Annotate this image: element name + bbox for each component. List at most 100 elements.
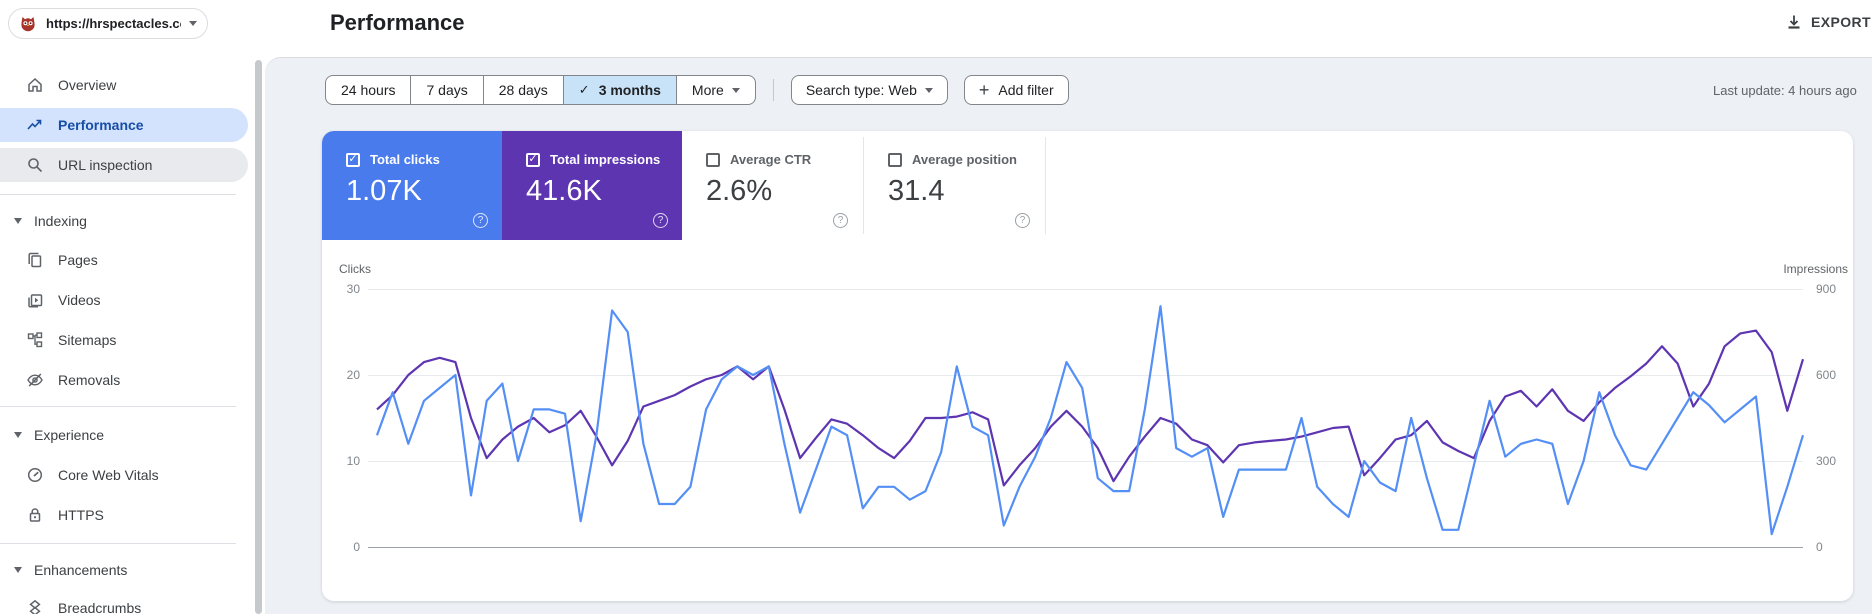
sidebar-item-core-web-vitals[interactable]: Core Web Vitals — [0, 458, 248, 492]
add-filter-label: Add filter — [998, 82, 1054, 98]
date-range-group: 24 hours 7 days 28 days ✓ 3 months More — [325, 75, 756, 105]
right-axis-title: Impressions — [1783, 262, 1848, 276]
left-tick-label: 0 — [353, 540, 360, 554]
video-icon — [28, 294, 43, 308]
sidebar-item-label: Pages — [58, 252, 98, 268]
chevron-down-icon — [189, 21, 197, 26]
left-tick-label: 20 — [346, 368, 360, 382]
checkbox-unchecked-icon[interactable] — [888, 152, 902, 167]
gridline — [368, 375, 1803, 376]
search-type-chip[interactable]: Search type: Web — [790, 75, 948, 105]
filter-row: 24 hours 7 days 28 days ✓ 3 months More … — [325, 75, 1085, 105]
sidebar-item-overview[interactable]: Overview — [0, 68, 248, 102]
metric-label: Total clicks — [370, 152, 440, 167]
sidebar-item-label: Videos — [58, 292, 101, 308]
sidebar-divider — [0, 194, 236, 195]
metric-label: Average CTR — [730, 152, 812, 167]
export-label: EXPORT — [1811, 14, 1871, 30]
last-update-text: Last update: 4 hours ago — [1713, 83, 1857, 98]
clicks-line-series — [375, 305, 1805, 536]
section-label: Enhancements — [34, 562, 128, 578]
lock-icon — [29, 508, 41, 522]
performance-card: ✓ Total clicks 1.07K ? ✓ Total impressio… — [322, 131, 1853, 601]
checkbox-checked-icon[interactable]: ✓ — [346, 152, 360, 167]
search-console-app: https://hrspectacles.co... Overview Perf… — [0, 0, 1872, 614]
sidebar-item-label: Removals — [58, 372, 121, 388]
more-label: More — [691, 82, 724, 98]
sidebar-item-removals[interactable]: Removals — [0, 363, 248, 397]
range-label: 7 days — [426, 82, 468, 98]
sidebar-item-url-inspection[interactable]: URL inspection — [0, 148, 248, 182]
range-label: 24 hours — [341, 82, 396, 98]
page-title: Performance — [330, 10, 465, 35]
help-icon[interactable]: ? — [473, 213, 488, 228]
right-tick-label: 300 — [1816, 454, 1837, 468]
sidebar-section-indexing[interactable]: Indexing — [0, 206, 248, 236]
chevron-down-icon — [924, 87, 933, 93]
checkbox-unchecked-icon[interactable] — [706, 152, 720, 167]
left-tick-label: 10 — [346, 454, 360, 468]
pages-icon — [28, 252, 42, 268]
add-filter-chip[interactable]: + Add filter — [963, 75, 1069, 105]
main-content: 24 hours 7 days 28 days ✓ 3 months More … — [265, 57, 1872, 614]
metric-tile-average-ctr[interactable]: Average CTR 2.6% ? — [682, 131, 862, 240]
export-button[interactable]: EXPORT — [1786, 14, 1871, 30]
range-3-months[interactable]: ✓ 3 months — [562, 75, 677, 105]
gridline — [368, 461, 1803, 462]
right-tick-label: 600 — [1816, 368, 1837, 382]
metric-tile-total-clicks[interactable]: ✓ Total clicks 1.07K ? — [322, 131, 502, 240]
help-icon[interactable]: ? — [653, 213, 668, 228]
metric-label: Total impressions — [550, 152, 661, 167]
section-label: Indexing — [34, 213, 87, 229]
metric-value: 31.4 — [888, 175, 945, 207]
sidebar-item-label: Core Web Vitals — [58, 467, 159, 483]
sidebar-section-enhancements[interactable]: Enhancements — [0, 555, 248, 585]
metric-value: 1.07K — [346, 175, 422, 207]
chevron-down-icon — [14, 432, 22, 438]
range-24-hours[interactable]: 24 hours — [325, 75, 412, 105]
property-selector[interactable]: https://hrspectacles.co... — [8, 8, 208, 39]
range-more-dropdown[interactable]: More — [675, 75, 756, 105]
site-favicon-owl — [21, 16, 35, 31]
tile-divider — [1045, 137, 1046, 234]
home-icon — [28, 77, 42, 92]
right-tick-label: 0 — [1816, 540, 1823, 554]
range-7-days[interactable]: 7 days — [410, 75, 484, 105]
sidebar-divider — [0, 406, 236, 407]
chevron-down-icon — [14, 567, 22, 573]
sidebar: https://hrspectacles.co... Overview Perf… — [0, 0, 265, 614]
metric-tile-average-position[interactable]: Average position 31.4 ? — [864, 131, 1044, 240]
section-label: Experience — [34, 427, 105, 443]
search-type-label: Search type: Web — [805, 82, 917, 98]
left-tick-label: 30 — [346, 282, 360, 296]
trend-arrow-icon — [27, 119, 42, 130]
metric-label: Average position — [912, 152, 1017, 167]
sidebar-section-experience[interactable]: Experience — [0, 420, 248, 450]
gridline — [368, 547, 1803, 548]
download-icon — [1788, 15, 1800, 29]
chevron-down-icon — [14, 218, 22, 224]
sidebar-item-sitemaps[interactable]: Sitemaps — [0, 323, 248, 357]
sidebar-item-label: Overview — [58, 77, 117, 93]
metric-value: 41.6K — [526, 175, 602, 207]
range-28-days[interactable]: 28 days — [482, 75, 564, 105]
sidebar-item-label: Performance — [58, 117, 144, 133]
breadcrumbs-icon — [29, 599, 41, 614]
sidebar-item-breadcrumbs[interactable]: Breadcrumbs — [0, 591, 248, 614]
gauge-icon — [27, 467, 43, 483]
sidebar-item-label: Breadcrumbs — [58, 600, 142, 614]
sidebar-item-https[interactable]: HTTPS — [0, 498, 248, 532]
help-icon[interactable]: ? — [833, 213, 848, 228]
sitemap-tree-icon — [27, 332, 43, 348]
sidebar-item-videos[interactable]: Videos — [0, 283, 248, 317]
sidebar-divider — [0, 543, 236, 544]
help-icon[interactable]: ? — [1015, 213, 1030, 228]
metric-value: 2.6% — [706, 175, 773, 207]
checkbox-checked-icon[interactable]: ✓ — [526, 152, 540, 167]
sidebar-item-performance[interactable]: Performance — [0, 108, 248, 142]
sidebar-scrollbar[interactable] — [255, 60, 262, 614]
metric-tile-total-impressions[interactable]: ✓ Total impressions 41.6K ? — [502, 131, 682, 240]
sidebar-item-pages[interactable]: Pages — [0, 243, 248, 277]
property-url: https://hrspectacles.co... — [46, 16, 181, 31]
left-axis-title: Clicks — [339, 262, 371, 276]
